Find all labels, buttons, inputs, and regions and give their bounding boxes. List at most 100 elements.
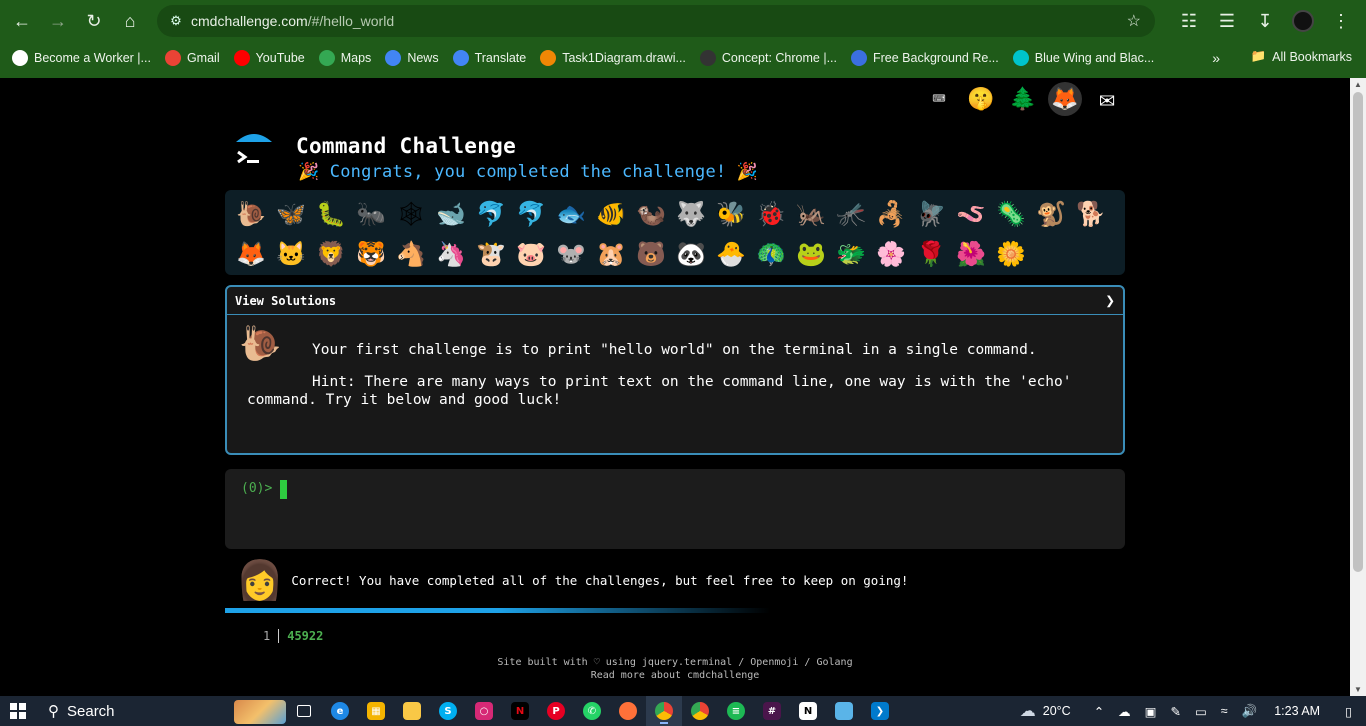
challenge-emoji-icon[interactable]: 🐲 xyxy=(831,234,871,274)
pinterest-icon[interactable]: P xyxy=(538,696,574,726)
shush-emoji-icon[interactable]: 🤫 xyxy=(964,82,998,116)
bookmark-item[interactable]: Become a Worker |... xyxy=(12,50,151,66)
menu-icon[interactable]: ⋮ xyxy=(1324,3,1358,39)
mail-icon[interactable]: ✉ xyxy=(1090,82,1124,116)
vscode-icon[interactable]: ❯ xyxy=(862,696,898,726)
challenge-emoji-icon[interactable]: 🪰 xyxy=(911,194,951,234)
gitlab-icon[interactable]: 🦊 xyxy=(1048,82,1082,116)
challenge-emoji-icon[interactable]: 🌸 xyxy=(871,234,911,274)
challenge-emoji-icon[interactable]: 🐣 xyxy=(711,234,751,274)
challenge-emoji-icon[interactable]: 🪱 xyxy=(951,194,991,234)
instagram-icon[interactable]: ○ xyxy=(466,696,502,726)
tree-icon[interactable]: 🌲 xyxy=(1006,82,1040,116)
notification-icon[interactable]: ▯ xyxy=(1345,704,1352,719)
pen-icon[interactable]: ✎ xyxy=(1170,704,1180,719)
challenge-emoji-icon[interactable]: 🦠 xyxy=(991,194,1031,234)
address-bar[interactable]: ⚙ cmdchallenge.com/#/hello_world ☆ xyxy=(157,5,1155,37)
chrome-icon[interactable] xyxy=(646,696,682,726)
challenge-emoji-icon[interactable]: 🐱 xyxy=(271,234,311,274)
challenge-emoji-icon[interactable]: 🐛 xyxy=(311,194,351,234)
challenge-emoji-icon[interactable]: 🐋 xyxy=(431,194,471,234)
challenge-emoji-icon[interactable]: 🐴 xyxy=(391,234,431,274)
downloads-icon[interactable]: ↧ xyxy=(1248,3,1282,39)
challenge-emoji-icon[interactable]: 🐌 xyxy=(231,194,271,234)
page-scrollbar[interactable]: ▲ ▼ xyxy=(1350,78,1366,696)
taskbar-search[interactable]: ⚲ Search xyxy=(36,696,286,726)
challenge-emoji-icon[interactable]: 🦁 xyxy=(311,234,351,274)
file-explorer-icon[interactable] xyxy=(394,696,430,726)
challenge-emoji-icon[interactable]: 🌺 xyxy=(951,234,991,274)
volume-icon[interactable]: 🔊 xyxy=(1242,704,1258,719)
whatsapp-icon[interactable]: ✆ xyxy=(574,696,610,726)
camera-icon[interactable]: ▣ xyxy=(1145,704,1157,719)
challenge-emoji-icon[interactable]: 🐕 xyxy=(1071,194,1111,234)
footer-about-link[interactable]: Read more about cmdchallenge xyxy=(0,669,1350,682)
challenge-emoji-icon[interactable]: 🦋 xyxy=(271,194,311,234)
challenge-emoji-icon[interactable]: 🐬 xyxy=(471,194,511,234)
extensions-icon[interactable]: ☷ xyxy=(1172,3,1206,39)
more-bookmarks-icon[interactable]: » xyxy=(1212,50,1220,66)
challenge-emoji-icon[interactable]: 🐻 xyxy=(631,234,671,274)
bookmark-item[interactable]: Task1Diagram.drawi... xyxy=(540,50,686,66)
challenge-emoji-icon[interactable]: 🐭 xyxy=(551,234,591,274)
challenge-emoji-icon[interactable]: 🐼 xyxy=(671,234,711,274)
site-info-icon[interactable]: ⚙ xyxy=(161,13,191,29)
bookmark-star-icon[interactable]: ☆ xyxy=(1127,11,1141,31)
challenge-emoji-icon[interactable]: 🐝 xyxy=(711,194,751,234)
url-text[interactable]: cmdchallenge.com/#/hello_world xyxy=(191,13,394,29)
reload-icon[interactable]: ↻ xyxy=(76,3,112,39)
battery-icon[interactable]: ▭ xyxy=(1195,704,1207,719)
challenge-emoji-icon[interactable]: 🌼 xyxy=(991,234,1031,274)
notepad-icon[interactable] xyxy=(826,696,862,726)
windows-start-icon[interactable] xyxy=(0,696,36,726)
clock[interactable]: 1:23 AM xyxy=(1274,704,1320,718)
wifi-icon[interactable]: ≈ xyxy=(1221,704,1228,718)
challenge-emoji-icon[interactable]: 🐺 xyxy=(671,194,711,234)
spotify-icon[interactable]: ≡ xyxy=(718,696,754,726)
challenge-emoji-icon[interactable]: 🐬 xyxy=(511,194,551,234)
bookmark-item[interactable]: Concept: Chrome |... xyxy=(699,50,837,66)
scrollbar-thumb[interactable] xyxy=(1353,92,1363,572)
all-bookmarks-button[interactable]: 📁 All Bookmarks xyxy=(1251,49,1352,64)
challenge-emoji-icon[interactable]: 🌹 xyxy=(911,234,951,274)
challenge-emoji-icon[interactable]: 🐜 xyxy=(351,194,391,234)
challenge-emoji-icon[interactable]: 🐯 xyxy=(351,234,391,274)
scroll-down-icon[interactable]: ▼ xyxy=(1354,685,1362,694)
notion-icon[interactable]: N xyxy=(790,696,826,726)
terminal-input[interactable]: (0)> xyxy=(225,469,1125,549)
bookmark-item[interactable]: Maps xyxy=(318,50,371,66)
bookmark-item[interactable]: Translate xyxy=(452,50,526,66)
bookmark-item[interactable]: YouTube xyxy=(233,50,305,66)
challenge-emoji-icon[interactable]: 🦟 xyxy=(831,194,871,234)
scroll-up-icon[interactable]: ▲ xyxy=(1354,80,1362,89)
slack-icon[interactable]: # xyxy=(754,696,790,726)
terminal-icon[interactable]: ⌨ xyxy=(922,82,956,116)
weather-icon[interactable]: ☁ xyxy=(1020,701,1036,721)
challenge-emoji-icon[interactable]: 🦂 xyxy=(871,194,911,234)
chevron-up-icon[interactable]: ⌃ xyxy=(1094,704,1104,719)
media-icon[interactable]: ☰ xyxy=(1210,3,1244,39)
challenge-emoji-icon[interactable]: 🦊 xyxy=(231,234,271,274)
weather-temp[interactable]: 20°C xyxy=(1043,704,1071,718)
profile-avatar[interactable] xyxy=(1286,3,1320,39)
challenge-emoji-icon[interactable]: 🐒 xyxy=(1031,194,1071,234)
challenge-emoji-icon[interactable]: 🕸 xyxy=(391,194,431,234)
challenge-emoji-icon[interactable]: 🐸 xyxy=(791,234,831,274)
challenge-emoji-icon[interactable]: 🐠 xyxy=(591,194,631,234)
challenge-emoji-icon[interactable]: 🐞 xyxy=(751,194,791,234)
challenge-emoji-icon[interactable]: 🐷 xyxy=(511,234,551,274)
netflix-icon[interactable]: N xyxy=(502,696,538,726)
challenge-emoji-icon[interactable]: 🦄 xyxy=(431,234,471,274)
task-view-icon[interactable] xyxy=(286,696,322,726)
bookmark-item[interactable]: Gmail xyxy=(164,50,220,66)
challenge-emoji-icon[interactable]: 🦗 xyxy=(791,194,831,234)
skype-icon[interactable]: S xyxy=(430,696,466,726)
store-icon[interactable]: ▦ xyxy=(358,696,394,726)
home-icon[interactable]: ⌂ xyxy=(112,3,148,39)
onedrive-icon[interactable]: ☁ xyxy=(1118,704,1131,719)
challenge-emoji-icon[interactable]: 🦚 xyxy=(751,234,791,274)
bookmark-item[interactable]: Blue Wing and Blac... xyxy=(1012,50,1154,66)
firefox-icon[interactable] xyxy=(610,696,646,726)
challenge-emoji-icon[interactable]: 🐮 xyxy=(471,234,511,274)
edge-icon[interactable]: e xyxy=(322,696,358,726)
